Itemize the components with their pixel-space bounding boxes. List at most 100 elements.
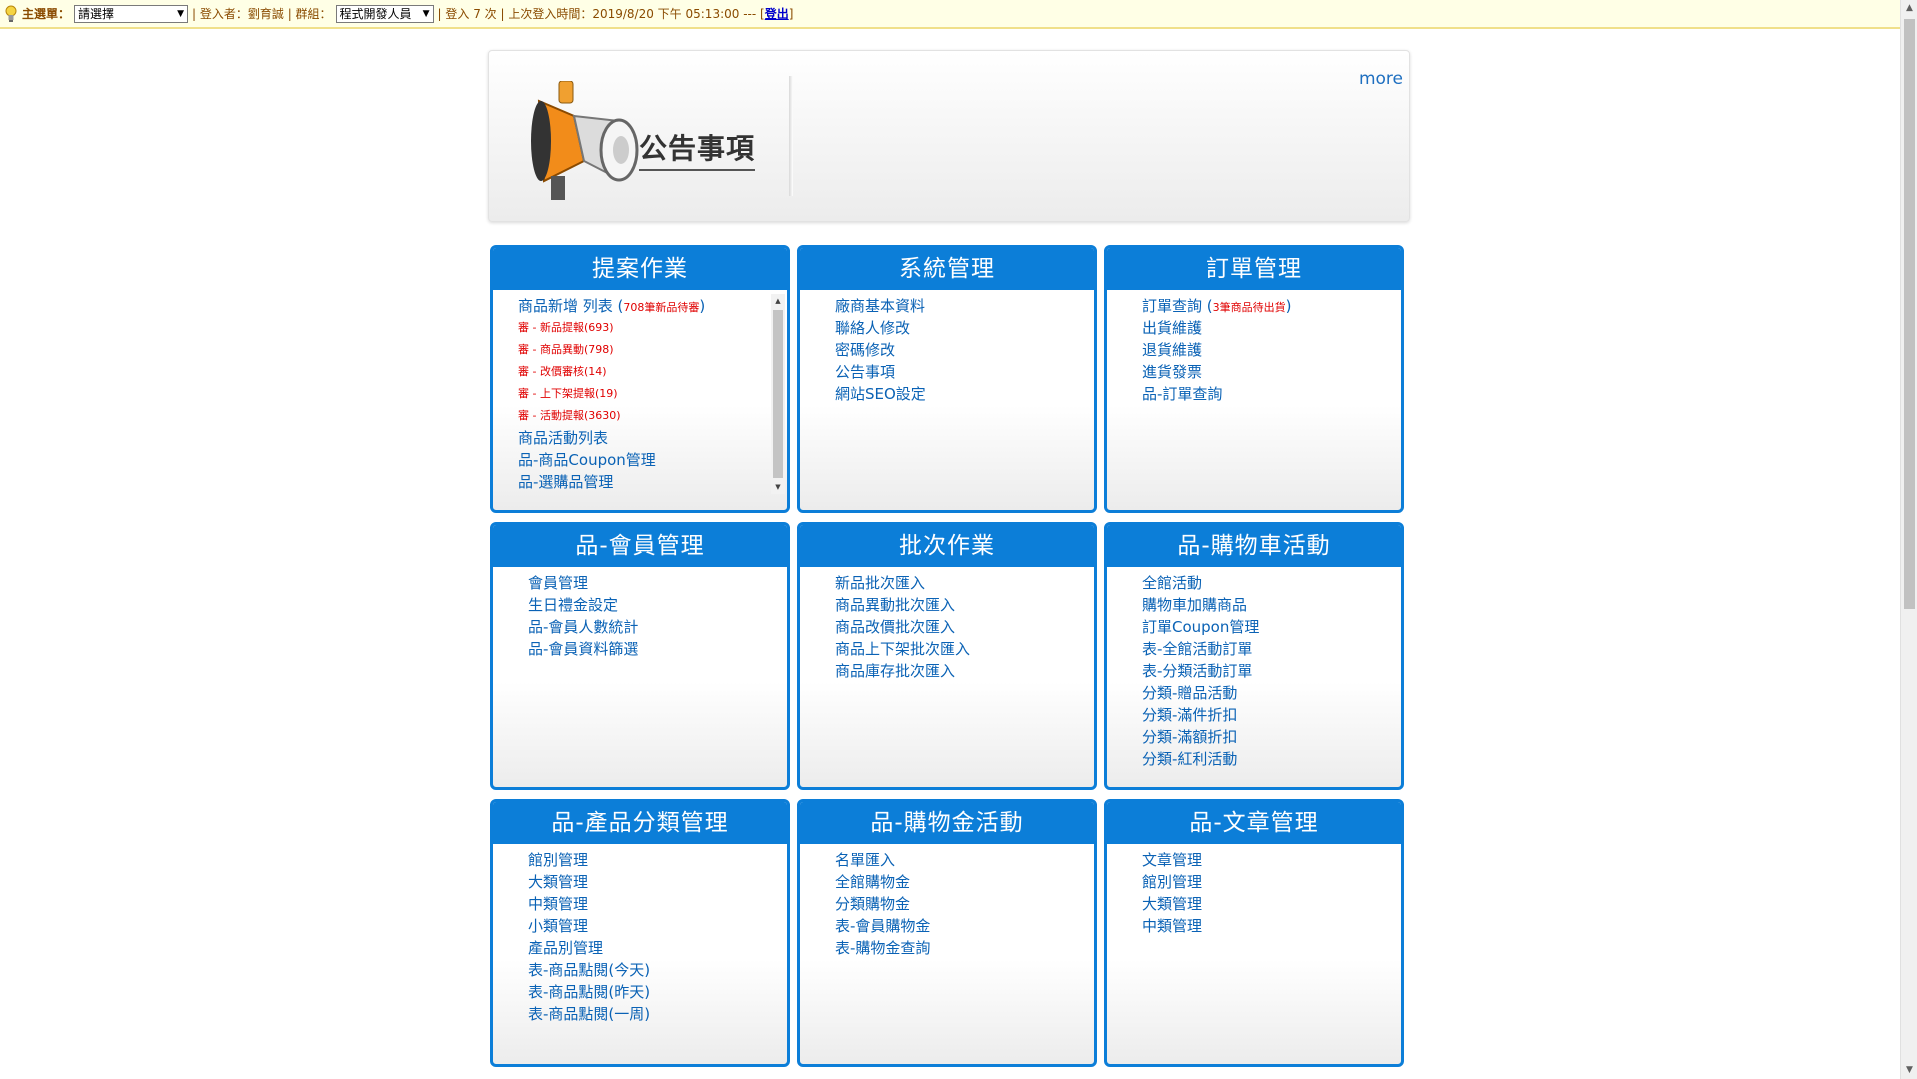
menu-item[interactable]: 品-會員資料篩選	[528, 638, 787, 660]
menu-item[interactable]: 文章管理	[1142, 849, 1401, 871]
panel-menu-list: 廠商基本資料 聯絡人修改 密碼修改 公告事項 網站SEO設定	[800, 290, 1094, 405]
logout-link[interactable]: 登出	[765, 5, 789, 22]
panel-menu-list: 文章管理 館別管理 大類管理 中類管理	[1107, 844, 1401, 937]
menu-item[interactable]: 表-商品點閱(今天)	[528, 959, 787, 981]
pending-count-badge: 3筆商品待出貨	[1212, 301, 1286, 314]
chevron-down-icon: ▼	[422, 8, 430, 19]
menu-item[interactable]: 中類管理	[528, 893, 787, 915]
menu-item[interactable]: 分類-滿件折扣	[1142, 704, 1401, 726]
panel-6: 品-購物車活動 全館活動 購物車加購商品 訂單Coupon管理 表-全館活動訂單 表-分類…	[1104, 522, 1404, 790]
announcement-divider	[789, 76, 793, 196]
panel-menu-list: 商品新增 列表 (708筆新品待審) 審 - 新品提報(693) 審 - 商品異動(…	[493, 290, 787, 493]
panel-5: 批次作業 新品批次匯入 商品異動批次匯入 商品改價批次匯入 商品上下架批次匯入 商品庫存批…	[797, 522, 1097, 790]
more-link[interactable]: more	[1359, 69, 1403, 89]
menu-item[interactable]: 表-全館活動訂單	[1142, 638, 1401, 660]
menu-item[interactable]: 表-商品點閱(昨天)	[528, 981, 787, 1003]
announcement-title: 公告事項	[639, 127, 756, 171]
menu-item[interactable]: 審 - 新品提報(693)	[518, 317, 787, 339]
menu-item[interactable]: 產品別管理	[528, 937, 787, 959]
announcement-box: 公告事項 more	[488, 50, 1410, 222]
menu-item[interactable]: 名單匯入	[835, 849, 1094, 871]
menu-item[interactable]: 審 - 改價審核(14)	[518, 361, 787, 383]
scroll-up-arrow-icon[interactable]: ▲	[1901, 0, 1917, 17]
menu-item[interactable]: 密碼修改	[835, 339, 1094, 361]
main-menu-select-value: 請選擇	[78, 7, 115, 21]
menu-item[interactable]: 聯絡人修改	[835, 317, 1094, 339]
panel-7: 品-產品分類管理 館別管理 大類管理 中類管理 小類管理 產品別管理 表-商品點閱(今天) 表…	[490, 799, 790, 1067]
scroll-up-arrow-icon[interactable]: ▲	[771, 294, 785, 308]
panel-9: 品-文章管理 文章管理 館別管理 大類管理 中類管理	[1104, 799, 1404, 1067]
menu-item[interactable]: 品-選購品管理	[518, 471, 787, 493]
menu-item[interactable]: 大類管理	[1142, 893, 1401, 915]
panel-title: 訂單管理	[1107, 248, 1401, 290]
menu-item[interactable]: 商品上下架批次匯入	[835, 638, 1094, 660]
menu-item[interactable]: 商品異動批次匯入	[835, 594, 1094, 616]
main-menu-label: 主選單：	[22, 7, 71, 21]
chevron-down-icon: ▼	[177, 8, 185, 19]
panel-title: 品-產品分類管理	[493, 802, 787, 844]
menu-item[interactable]: 生日禮金設定	[528, 594, 787, 616]
page-scrollbar[interactable]: ▲ ▼	[1900, 0, 1917, 1079]
menu-item[interactable]: 購物車加購商品	[1142, 594, 1401, 616]
menu-item[interactable]: 新品批次匯入	[835, 572, 1094, 594]
panel-menu-list: 全館活動 購物車加購商品 訂單Coupon管理 表-全館活動訂單 表-分類活動訂單 分類-…	[1107, 567, 1401, 770]
panel-scrollbar[interactable]: ▲ ▼	[771, 294, 785, 494]
panel-8: 品-購物金活動 名單匯入 全館購物金 分類購物金 表-會員購物金 表-購物金查詢	[797, 799, 1097, 1067]
menu-item[interactable]: 表-商品點閱(一周)	[528, 1003, 787, 1025]
menu-item[interactable]: 全館活動	[1142, 572, 1401, 594]
menu-item[interactable]: 館別管理	[528, 849, 787, 871]
group-select-value: 程式開發人員	[339, 7, 412, 21]
menu-item[interactable]: 館別管理	[1142, 871, 1401, 893]
menu-item[interactable]: 出貨維護	[1142, 317, 1401, 339]
menu-item[interactable]: 品-商品Coupon管理	[518, 449, 787, 471]
menu-item[interactable]: 中類管理	[1142, 915, 1401, 937]
top-bar: 主選單： 請選擇 ▼ | 登入者：劉育誠 | 群組： 程式開發人員 ▼ | 登入…	[0, 0, 1900, 29]
menu-item[interactable]: 商品活動列表	[518, 427, 787, 449]
menu-item-label-end: )	[699, 297, 706, 315]
menu-item[interactable]: 進貨發票	[1142, 361, 1401, 383]
menu-item[interactable]: 公告事項	[835, 361, 1094, 383]
menu-item-label: 訂單查詢 (	[1142, 297, 1213, 315]
menu-item[interactable]: 審 - 上下架提報(19)	[518, 383, 787, 405]
login-info-text: | 登入 7 次 | 上次登入時間：2019/8/20 下午 05:13:00 …	[437, 7, 765, 21]
menu-item[interactable]: 分類-紅利活動	[1142, 748, 1401, 770]
menu-item[interactable]: 全館購物金	[835, 871, 1094, 893]
scroll-down-arrow-icon[interactable]: ▼	[1901, 1062, 1917, 1079]
login-user-text: | 登入者：劉育誠 | 群組：	[192, 7, 332, 21]
menu-item[interactable]: 分類-滿額折扣	[1142, 726, 1401, 748]
menu-item[interactable]: 小類管理	[528, 915, 787, 937]
main-menu-select[interactable]: 請選擇 ▼	[74, 4, 189, 23]
menu-item[interactable]: 商品新增 列表 (708筆新品待審)	[518, 295, 787, 317]
menu-item[interactable]: 網站SEO設定	[835, 383, 1094, 405]
menu-item[interactable]: 分類購物金	[835, 893, 1094, 915]
logout-bracket: ]	[788, 6, 794, 21]
menu-item[interactable]: 審 - 活動提報(3630)	[518, 405, 787, 427]
menu-item[interactable]: 廠商基本資料	[835, 295, 1094, 317]
menu-item[interactable]: 分類-贈品活動	[1142, 682, 1401, 704]
scroll-down-arrow-icon[interactable]: ▼	[771, 480, 785, 494]
menu-item[interactable]: 表-購物金查詢	[835, 937, 1094, 959]
menu-item[interactable]: 訂單查詢 (3筆商品待出貨)	[1142, 295, 1401, 317]
menu-item[interactable]: 商品改價批次匯入	[835, 616, 1094, 638]
scroll-thumb[interactable]	[773, 310, 783, 478]
panel-menu-list: 新品批次匯入 商品異動批次匯入 商品改價批次匯入 商品上下架批次匯入 商品庫存批次匯入	[800, 567, 1094, 682]
menu-item[interactable]: 表-分類活動訂單	[1142, 660, 1401, 682]
scroll-thumb[interactable]	[1904, 19, 1915, 609]
menu-item[interactable]: 商品庫存批次匯入	[835, 660, 1094, 682]
menu-item[interactable]: 訂單Coupon管理	[1142, 616, 1401, 638]
panel-3: 訂單管理 訂單查詢 (3筆商品待出貨) 出貨維護 退貨維護 進貨發票 品-訂單查詢	[1104, 245, 1404, 513]
pending-count-badge: 708筆新品待審	[623, 301, 700, 314]
menu-item-label-end: )	[1285, 297, 1292, 315]
menu-item[interactable]: 退貨維護	[1142, 339, 1401, 361]
lightbulb-icon	[5, 5, 17, 22]
menu-item[interactable]: 品-訂單查詢	[1142, 383, 1401, 405]
menu-item[interactable]: 大類管理	[528, 871, 787, 893]
panel-1: 提案作業 商品新增 列表 (708筆新品待審) 審 - 新品提報(693) 審 - 商…	[490, 245, 790, 513]
menu-item[interactable]: 表-會員購物金	[835, 915, 1094, 937]
panel-title: 批次作業	[800, 525, 1094, 567]
menu-item[interactable]: 會員管理	[528, 572, 787, 594]
group-select[interactable]: 程式開發人員 ▼	[335, 4, 434, 23]
panel-title: 品-文章管理	[1107, 802, 1401, 844]
menu-item[interactable]: 品-會員人數統計	[528, 616, 787, 638]
menu-item[interactable]: 審 - 商品異動(798)	[518, 339, 787, 361]
